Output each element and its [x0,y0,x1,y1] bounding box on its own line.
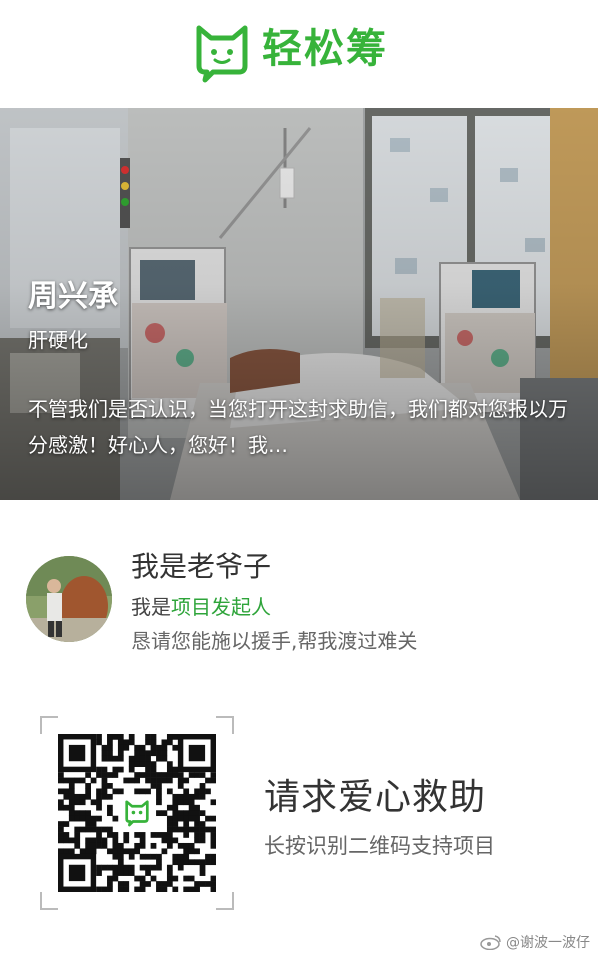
campaign-hero[interactable]: 周兴承 肝硬化 不管我们是否认识，当您打开这封求助信，我们都对您报以万分感激！好… [0,108,598,500]
weibo-icon [480,935,501,950]
cta-title: 请求爱心救助 [264,777,487,818]
initiator-role-highlight: 项目发起人 [171,595,271,619]
qr-frame-corner [216,716,234,734]
initiator-role: 我是项目发起人 [131,591,271,620]
qr-code[interactable] [40,716,234,910]
initiator-role-prefix: 我是 [131,595,171,619]
brand-name: 轻松筹 [262,26,388,72]
avatar-photo [26,556,112,642]
qr-frame-corner [40,892,58,910]
brand-logo-icon [125,800,149,827]
condition-tag: 肝硬化 [28,328,88,352]
qr-frame-corner [216,892,234,910]
watermark: @谢波一波仔 [480,932,590,952]
initiator-plea: 恳请您能施以援手,帮我渡过难关 [131,629,418,653]
cta-subtitle: 长按识别二维码支持项目 [264,834,495,858]
initiator-avatar[interactable] [26,556,112,642]
qr-center-logo [120,796,154,830]
initiator-name: 我是老爷子 [131,550,272,583]
appeal-excerpt: 不管我们是否认识，当您打开这封求助信，我们都对您报以万分感激！好心人，您好！我… [28,397,568,457]
watermark-text: @谢波一波仔 [506,935,590,951]
brand-logo-icon [196,25,248,83]
qr-frame-corner [40,716,58,734]
app-header: 轻松筹 [0,0,598,108]
patient-name: 周兴承 [28,279,118,314]
section-divider [0,500,598,522]
